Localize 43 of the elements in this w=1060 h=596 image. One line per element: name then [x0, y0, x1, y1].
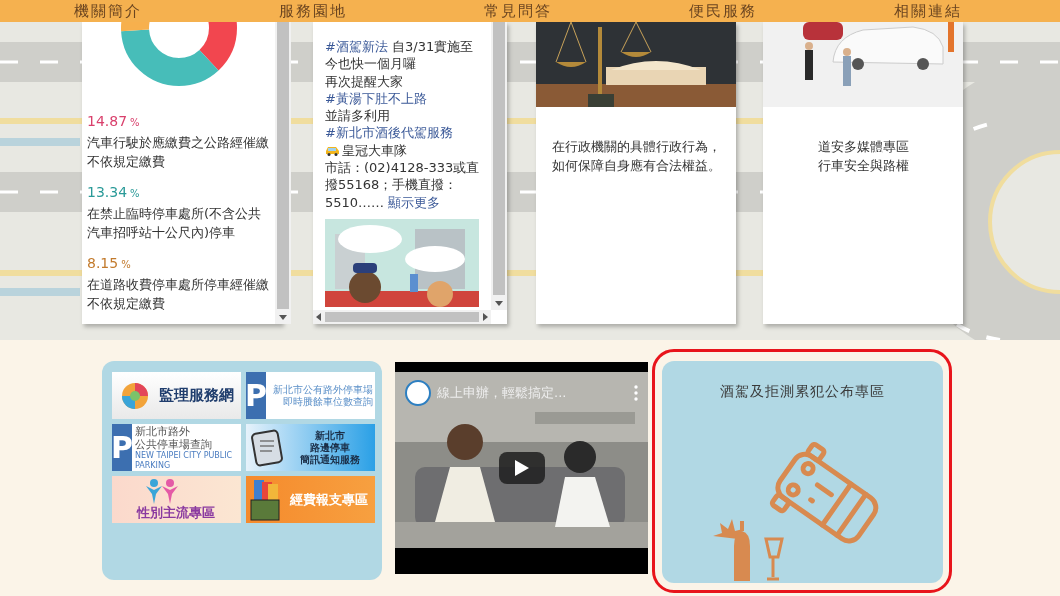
horizontal-scrollbar[interactable] — [313, 310, 491, 324]
nav-link[interactable]: 相關連結 — [825, 0, 1030, 22]
post-paragraph: 再次提醒大家 #黃湯下肚不上路 — [325, 72, 428, 108]
stat-percentage: 14.87 % — [87, 113, 141, 129]
hashtag-link[interactable]: 顯示更多 — [388, 194, 441, 210]
article-text: 行車安全與路權 — [817, 157, 909, 175]
post-paragraph: 並請多利用 #新北市酒後代駕服務 — [325, 107, 454, 142]
quick-link-banner[interactable]: 性別主流專區 — [112, 476, 241, 523]
article-text: 在行政機關的具體行政行為， — [551, 138, 721, 156]
logo-icon — [120, 380, 150, 411]
article-text: 道安多媒體專區 — [817, 138, 909, 156]
stat-description: 在道路收費停車處所停車經催繳不依規定繳費 — [87, 276, 270, 313]
featured-panel[interactable]: 酒駕及拒測累犯公布專區 — [662, 361, 943, 583]
article-text: 如何保障自身應有合法權益。 — [551, 157, 721, 175]
play-icon — [515, 460, 529, 476]
hashtag-link[interactable]: #酒駕新法 — [325, 39, 388, 54]
folder-box-icon — [248, 477, 282, 522]
stat-percentage: 13.34 % — [87, 184, 141, 200]
post-paragraph: 皇冠大車隊 — [342, 141, 407, 160]
article-card[interactable]: 道安多媒體專區 行車安全與路權 — [763, 22, 963, 324]
parking-sign-icon: P — [112, 424, 132, 471]
quick-link-banner[interactable]: 監理服務網 — [112, 372, 241, 419]
document-icon — [250, 428, 284, 467]
parking-sign-icon: P — [246, 372, 266, 419]
taxi-icon — [325, 144, 340, 156]
stat-description: 汽車行駛於應繳費之公路經催繳不依規定繳費 — [87, 134, 270, 171]
hashtag-link[interactable]: #黃湯下肚不上路 — [325, 90, 427, 106]
nav-link[interactable]: 常見問答 — [415, 0, 620, 22]
hashtag-link[interactable]: #新北市酒後代駕服務 — [325, 125, 453, 141]
vertical-scrollbar[interactable] — [275, 22, 291, 324]
nav-link[interactable]: 機關簡介 — [5, 0, 210, 22]
more-options-icon[interactable] — [634, 385, 638, 401]
nav-link[interactable]: 服務園地 — [210, 0, 415, 22]
post-paragraph: #酒駕新法 自3/31實施至今也快一個月囉 — [325, 38, 475, 73]
panel-title: 酒駕及拒測累犯公布專區 — [720, 383, 885, 401]
stat-percentage: 8.15 % — [87, 255, 132, 271]
play-button[interactable] — [499, 452, 545, 484]
post-paragraph: 市話：(02)4128-333或直撥55168；手機直撥：5510…… 顯示更多 — [325, 159, 481, 211]
nav-link[interactable]: 便民服務 — [620, 0, 825, 22]
quick-link-banner[interactable]: 新北市 路邊停車 簡訊通知服務 — [246, 424, 375, 471]
vertical-scrollbar[interactable] — [491, 22, 507, 310]
stat-description: 在禁止臨時停車處所(不含公共汽車招呼站十公尺內)停車 — [87, 205, 263, 242]
article-card[interactable]: 在行政機關的具體行政行為， 如何保障自身應有合法權益。 — [536, 22, 736, 324]
